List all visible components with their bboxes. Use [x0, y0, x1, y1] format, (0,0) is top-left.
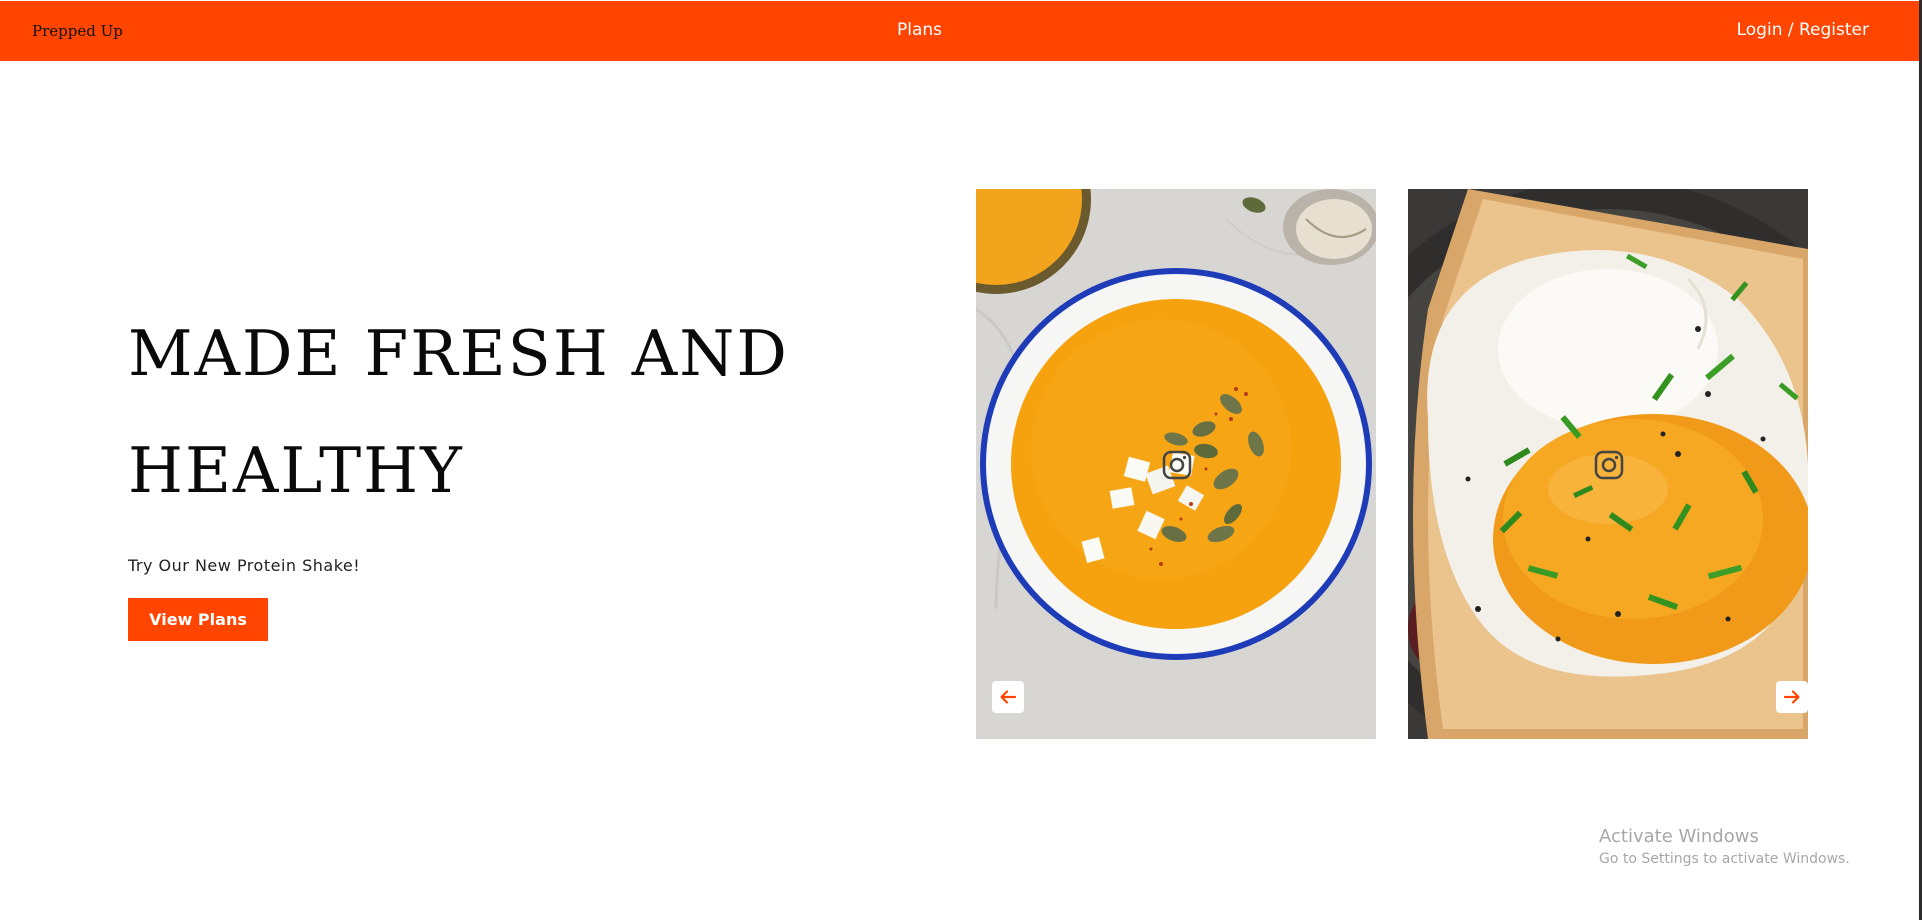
nav-link-login-register[interactable]: Login / Register — [1737, 20, 1869, 40]
instagram-icon[interactable] — [1593, 449, 1625, 481]
hero-title: MADE FRESH AND HEALTHY — [128, 317, 789, 507]
instagram-icon[interactable] — [1161, 449, 1193, 481]
page: Prepped Up Plans Login / Register MADE F… — [0, 0, 1922, 920]
brand-logo[interactable]: Prepped Up — [32, 22, 123, 40]
watermark-subtitle: Go to Settings to activate Windows. — [1599, 851, 1850, 867]
carousel-next-button[interactable] — [1776, 681, 1808, 713]
arrow-right-icon — [1783, 690, 1800, 704]
nav-link-plans[interactable]: Plans — [897, 20, 942, 40]
activate-windows-watermark: Activate Windows Go to Settings to activ… — [1599, 826, 1850, 867]
carousel-slide-soup[interactable] — [976, 189, 1376, 739]
watermark-title: Activate Windows — [1599, 826, 1759, 847]
top-navbar: Prepped Up Plans Login / Register — [0, 1, 1919, 61]
carousel-prev-button[interactable] — [992, 681, 1024, 713]
arrow-left-icon — [1000, 690, 1017, 704]
carousel-slide-egg[interactable] — [1408, 189, 1808, 739]
view-plans-button[interactable]: View Plans — [128, 598, 268, 641]
image-carousel — [976, 189, 1808, 739]
hero-subtitle: Try Our New Protein Shake! — [128, 556, 361, 575]
